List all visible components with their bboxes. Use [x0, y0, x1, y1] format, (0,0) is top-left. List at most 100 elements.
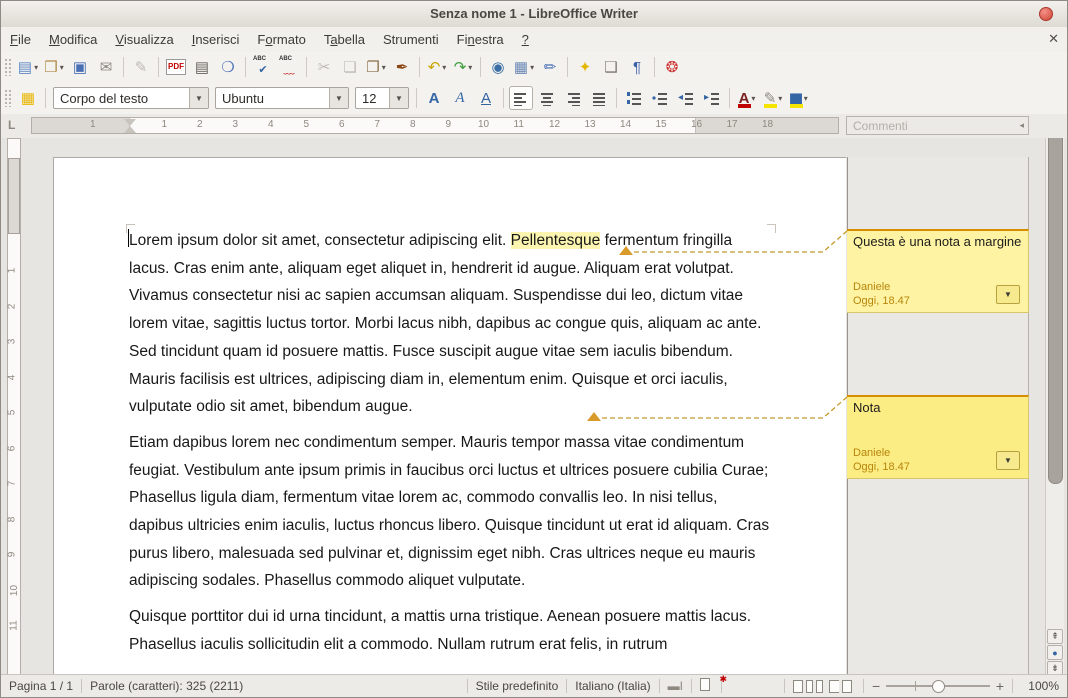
menu-tabella[interactable]: Tabella: [315, 29, 374, 50]
help-button[interactable]: ❂: [660, 55, 684, 79]
auto-spellcheck-button[interactable]: ABC﹏: [277, 55, 301, 79]
increase-indent-button[interactable]: [700, 86, 724, 110]
align-left-button[interactable]: [509, 86, 533, 110]
note-text[interactable]: Nota: [853, 400, 1022, 415]
insert-table-button[interactable]: ▦▾: [512, 55, 536, 79]
menu-inserisci[interactable]: Inserisci: [183, 29, 249, 50]
open-document-dropdown-icon[interactable]: ▾: [60, 63, 64, 72]
document-text[interactable]: Lorem ipsum dolor sit amet, consectetur …: [129, 227, 774, 667]
cut-icon: ✂: [318, 60, 331, 75]
single-page-view-button[interactable]: [793, 680, 803, 693]
export-pdf-button[interactable]: PDF: [164, 55, 188, 79]
font-size-combo-dropdown-icon[interactable]: ▼: [389, 88, 408, 108]
menu-file[interactable]: File: [1, 29, 40, 50]
insert-mode-indicator[interactable]: ▬I: [660, 679, 691, 693]
save-document-button[interactable]: ▣: [68, 55, 92, 79]
zoom-level[interactable]: 100%: [1013, 679, 1067, 693]
comments-toggle-button[interactable]: Commenti ◂: [846, 116, 1029, 135]
window-close-button[interactable]: [1039, 7, 1053, 21]
styles-panel-button[interactable]: ▦: [16, 86, 40, 110]
paragraph-style-combo[interactable]: Corpo del testo▼: [53, 87, 209, 109]
margin-note-1[interactable]: Questa è una nota a margine Daniele Oggi…: [847, 229, 1029, 313]
bullet-list-button[interactable]: [648, 86, 672, 110]
redo-button[interactable]: ↷▾: [451, 55, 475, 79]
highlight-color-button[interactable]: ✎▾: [761, 86, 785, 110]
gallery-button[interactable]: ❑: [599, 55, 623, 79]
undo-dropdown-icon[interactable]: ▾: [442, 63, 446, 72]
font-size-combo[interactable]: 12▼: [355, 87, 409, 109]
new-document-dropdown-icon[interactable]: ▾: [34, 63, 38, 72]
insert-hyperlink-button[interactable]: ◉: [486, 55, 510, 79]
spellcheck-button[interactable]: ABC✔: [251, 55, 275, 79]
word-count[interactable]: Parole (caratteri): 325 (2211): [82, 679, 251, 693]
send-email-button[interactable]: ✉: [94, 55, 118, 79]
book-view-button[interactable]: [829, 680, 839, 693]
indent-marker-icon[interactable]: [124, 119, 136, 126]
menu-visualizza[interactable]: Visualizza: [106, 29, 182, 50]
navigator-button[interactable]: ✦: [573, 55, 597, 79]
zoom-in-icon[interactable]: +: [996, 678, 1004, 694]
formatting-marks-button[interactable]: ¶: [625, 55, 649, 79]
toolbar-grip-icon[interactable]: [4, 58, 11, 76]
vertical-scrollbar[interactable]: ⇞ ● ⇟: [1045, 138, 1064, 677]
align-right-button[interactable]: [561, 86, 585, 110]
zoom-slider[interactable]: − +: [864, 678, 1012, 694]
highlight-color-dropdown-icon[interactable]: ▾: [778, 94, 782, 103]
page-indicator[interactable]: Pagina 1 / 1: [1, 679, 81, 693]
multi-page-view-button[interactable]: [806, 680, 813, 693]
font-color-dropdown-icon[interactable]: ▾: [751, 94, 755, 103]
undo-button[interactable]: ↶▾: [425, 55, 449, 79]
paragraph-style-combo-dropdown-icon[interactable]: ▼: [189, 88, 208, 108]
horizontal-ruler[interactable]: 1 123456789101112131415161718: [31, 117, 839, 134]
zoom-out-icon[interactable]: −: [872, 678, 880, 694]
previous-page-button[interactable]: ⇞: [1047, 629, 1063, 644]
commented-word-highlight[interactable]: Pellentesque: [511, 232, 601, 249]
paragraph-1[interactable]: Lorem ipsum dolor sit amet, consectetur …: [129, 227, 774, 421]
redo-dropdown-icon[interactable]: ▾: [468, 63, 472, 72]
paragraph-background-button[interactable]: ▆▾: [787, 86, 811, 110]
paste-dropdown-icon[interactable]: ▾: [382, 63, 386, 72]
scrollbar-thumb[interactable]: [1048, 138, 1063, 484]
page-style[interactable]: Stile predefinito: [468, 679, 567, 693]
align-center-button[interactable]: [535, 86, 559, 110]
menu-help[interactable]: ?: [513, 29, 538, 50]
new-document-button[interactable]: ▤▾: [16, 55, 40, 79]
navigation-button[interactable]: ●: [1047, 645, 1063, 660]
tab-stop-selector-icon[interactable]: L: [8, 118, 22, 132]
menu-formato[interactable]: Formato: [248, 29, 314, 50]
paragraph-2[interactable]: Etiam dapibus lorem nec condimentum semp…: [129, 429, 774, 595]
underline-button[interactable]: A: [474, 86, 498, 110]
note-menu-button[interactable]: ▼: [996, 285, 1020, 304]
comments-toggle-label: Commenti: [847, 119, 908, 133]
clone-formatting-button[interactable]: ✒: [390, 55, 414, 79]
note-menu-button[interactable]: ▼: [996, 451, 1020, 470]
menu-finestra[interactable]: Finestra: [448, 29, 513, 50]
insert-table-dropdown-icon[interactable]: ▾: [530, 63, 534, 72]
decrease-indent-button[interactable]: [674, 86, 698, 110]
font-name-combo-dropdown-icon[interactable]: ▼: [329, 88, 348, 108]
note-text[interactable]: Questa è una nota a margine: [853, 234, 1022, 249]
open-document-button[interactable]: ❒▾: [42, 55, 66, 79]
draw-functions-button[interactable]: ✏: [538, 55, 562, 79]
margin-note-2[interactable]: Nota Daniele Oggi, 18.47 ▼: [847, 395, 1029, 479]
font-name-combo[interactable]: Ubuntu▼: [215, 87, 349, 109]
italic-button[interactable]: A: [448, 86, 472, 110]
print-button[interactable]: ▤: [190, 55, 214, 79]
text-language[interactable]: Italiano (Italia): [567, 679, 658, 693]
vertical-ruler[interactable]: 1234567891011: [7, 138, 21, 677]
zoom-slider-thumb[interactable]: [932, 680, 945, 693]
toolbar-grip-icon[interactable]: [4, 89, 11, 107]
menu-modifica[interactable]: Modifica: [40, 29, 106, 50]
document-page[interactable]: Lorem ipsum dolor sit amet, consectetur …: [53, 157, 846, 677]
paste-button[interactable]: ❐▾: [364, 55, 388, 79]
paragraph-3[interactable]: Quisque porttitor dui id urna tincidunt,…: [129, 603, 774, 658]
menu-strumenti[interactable]: Strumenti: [374, 29, 448, 50]
bold-button[interactable]: A: [422, 86, 446, 110]
print-preview-button[interactable]: ❍: [216, 55, 240, 79]
justify-button[interactable]: [587, 86, 611, 110]
font-color-button[interactable]: A▾: [735, 86, 759, 110]
numbered-list-button[interactable]: [622, 86, 646, 110]
paragraph-background-dropdown-icon[interactable]: ▾: [804, 94, 808, 103]
document-modified-indicator[interactable]: ✱: [692, 678, 721, 694]
document-close-icon[interactable]: ✕: [1048, 31, 1059, 47]
